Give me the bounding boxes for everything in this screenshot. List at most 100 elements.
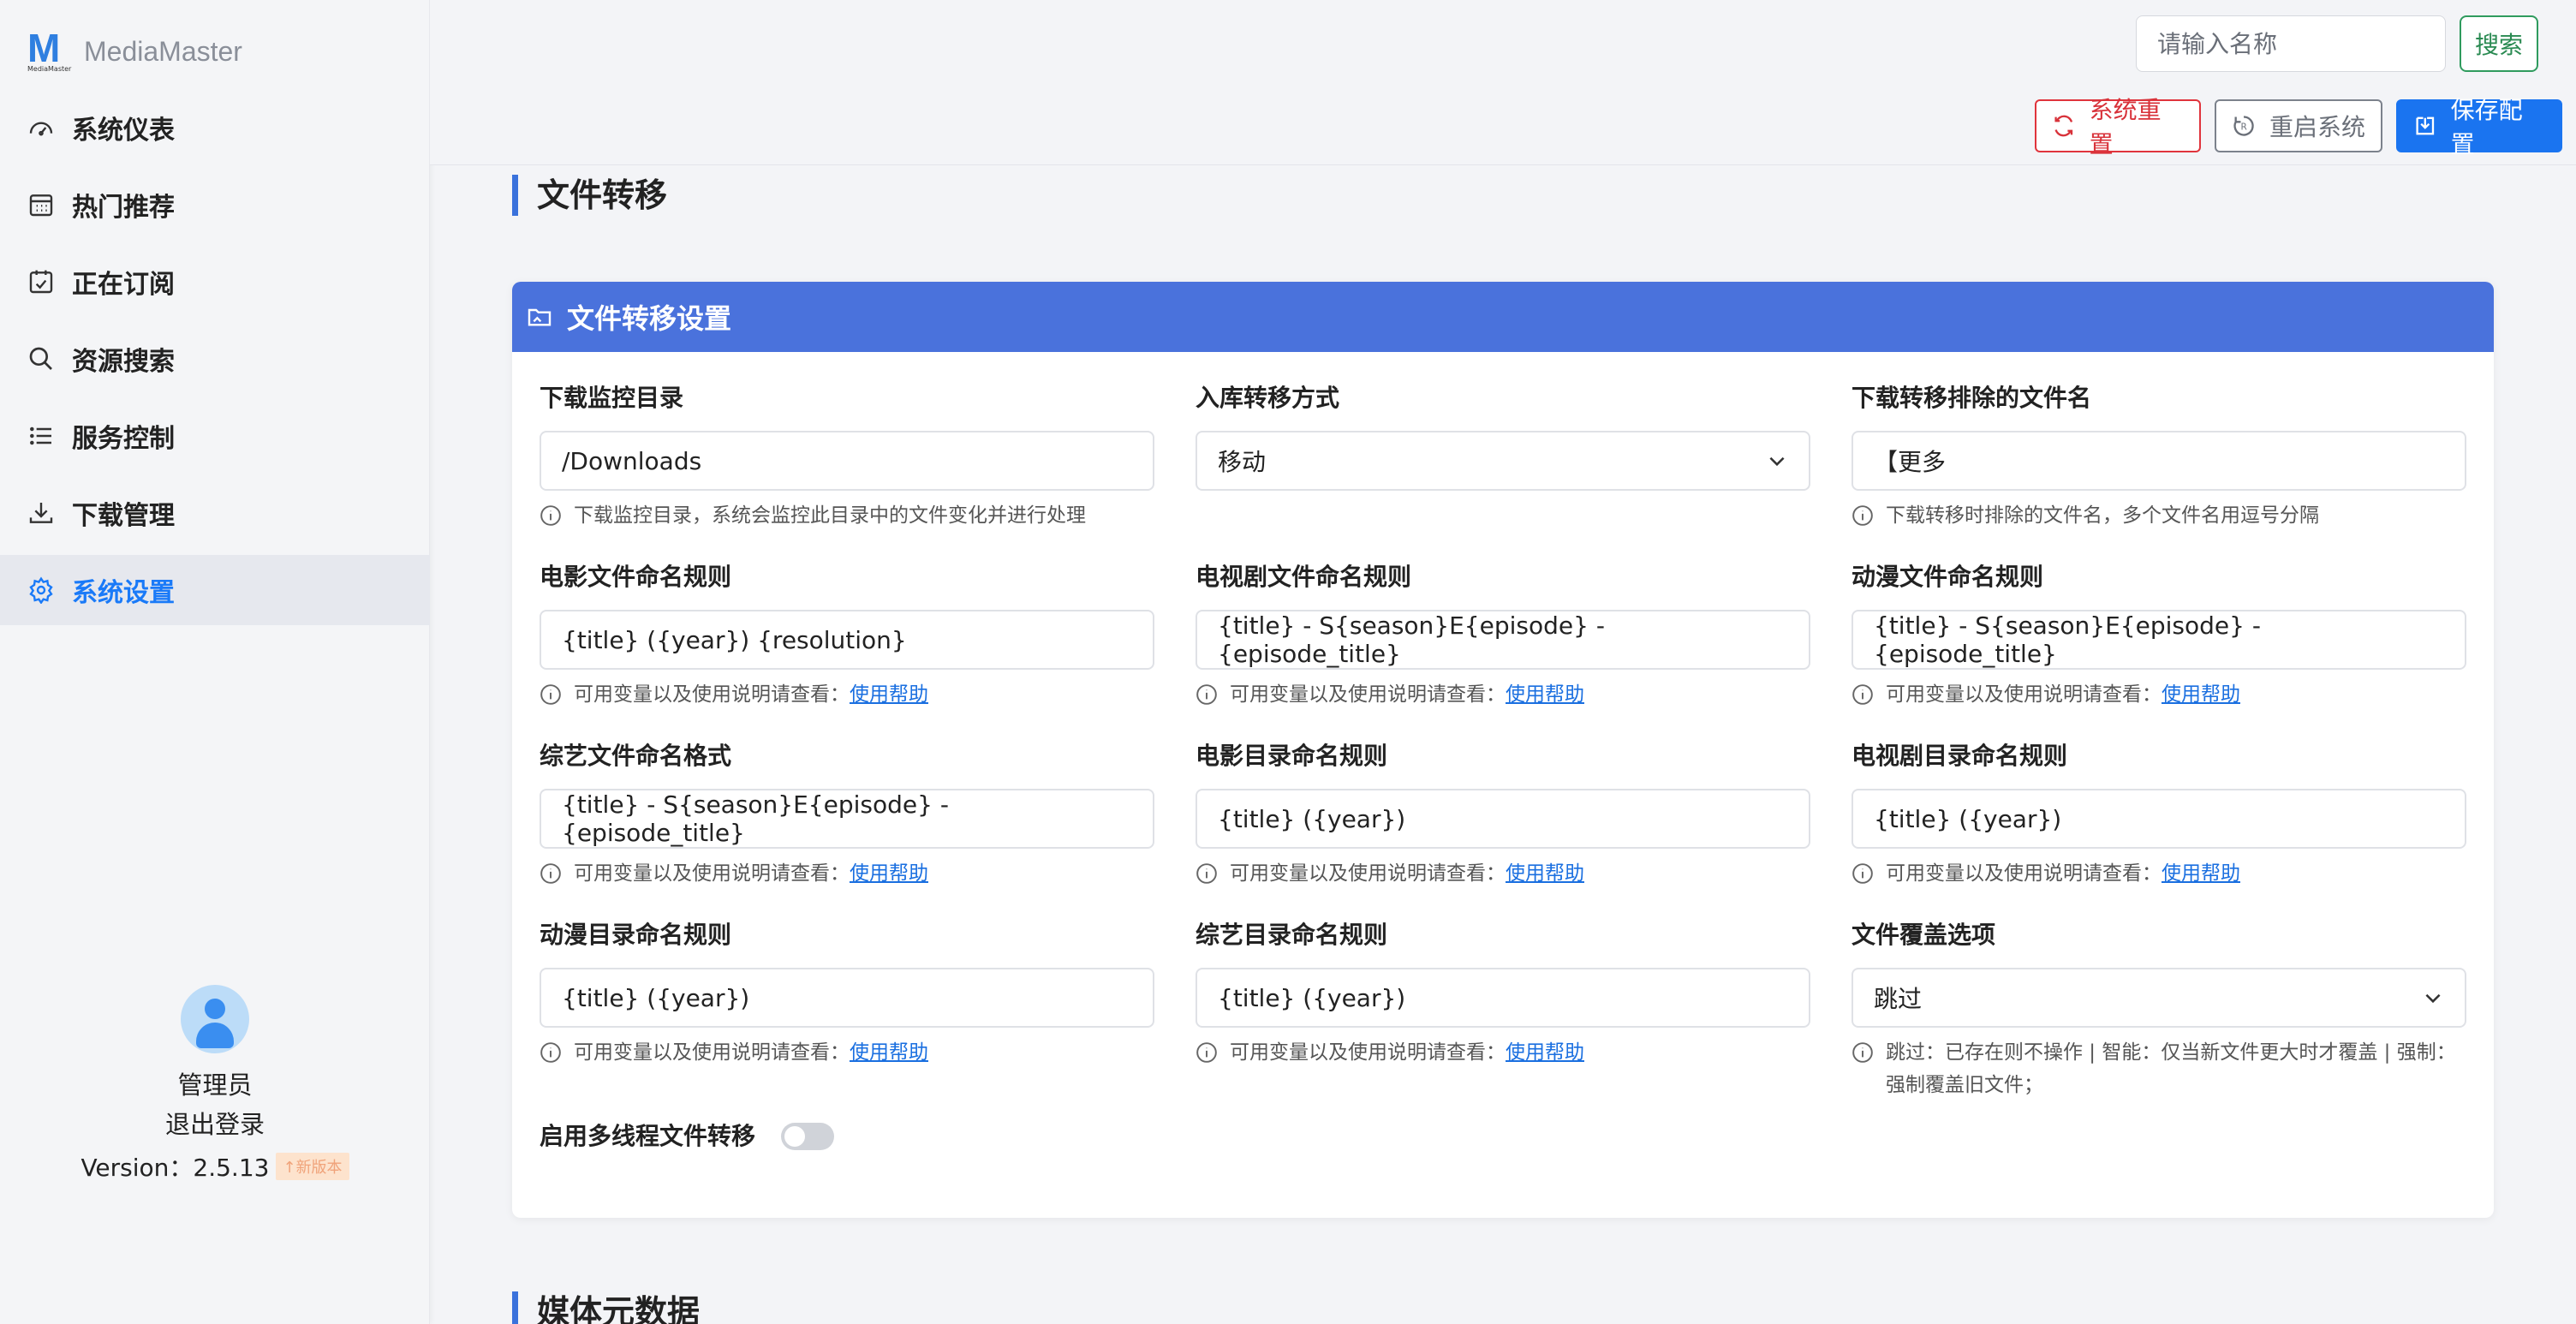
sidebar-item-label: 服务控制 (72, 424, 175, 454)
transfer-mode-field: 入库转移方式 移动 (1196, 381, 1810, 491)
calendar-check-icon (26, 266, 57, 297)
anime-file-rule-input[interactable]: {title} - S{season}E{episode} - {episode… (1852, 610, 2466, 670)
field-help: 可用变量以及使用说明请查看： 使用帮助 (540, 678, 1154, 711)
field-help: 可用变量以及使用说明请查看： 使用帮助 (1196, 1036, 1810, 1069)
info-icon (540, 684, 561, 705)
restart-icon: R (2233, 116, 2254, 136)
multithread-toggle[interactable] (781, 1123, 835, 1150)
help-link[interactable]: 使用帮助 (1506, 678, 1584, 711)
transfer-mode-select[interactable]: 移动 (1196, 431, 1810, 491)
help-link[interactable]: 使用帮助 (850, 678, 928, 711)
sidebar-item-label: 下载管理 (72, 501, 175, 531)
sidebar-item-services[interactable]: 服务控制 (0, 401, 430, 471)
field-label: 文件覆盖选项 (1852, 921, 1996, 949)
field-help: 可用变量以及使用说明请查看： 使用帮助 (1196, 678, 1810, 711)
exclude-names-input[interactable]: 【更多 (1852, 431, 2466, 491)
sidebar-item-label: 热门推荐 (72, 193, 175, 223)
search-button[interactable]: 搜索 (2460, 15, 2538, 72)
search-input[interactable] (2136, 15, 2446, 72)
field-label: 电影目录命名规则 (1196, 742, 1388, 770)
movie-dir-rule-field: 电影目录命名规则 {title} ({year}) 可用变量以及使用说明请查看：… (1196, 739, 1810, 890)
variety-file-rule-input[interactable]: {title} - S{season}E{episode} - {episode… (540, 789, 1154, 849)
variety-dir-rule-input[interactable]: {title} ({year}) (1196, 968, 1810, 1028)
info-icon (540, 1042, 561, 1063)
overwrite-select[interactable]: 跳过 (1852, 968, 2466, 1028)
field-label: 下载转移排除的文件名 (1852, 384, 2092, 412)
field-help: 可用变量以及使用说明请查看： 使用帮助 (1196, 857, 1810, 890)
sidebar-item-label: 正在订阅 (72, 270, 175, 300)
tv-file-rule-field: 电视剧文件命名规则 {title} - S{season}E{episode} … (1196, 560, 1810, 711)
dashboard-icon (26, 112, 57, 143)
anime-dir-rule-field: 动漫目录命名规则 {title} ({year}) 可用变量以及使用说明请查看：… (540, 918, 1154, 1069)
save-config-button[interactable]: 保存配置 (2396, 96, 2562, 158)
sidebar-item-label: 系统设置 (72, 578, 175, 608)
app-logo: M MediaMaster (27, 26, 72, 73)
calendar-grid-icon (26, 189, 57, 220)
download-dir-field: 下载监控目录 /Downloads 下载监控目录，系统会监控此目录中的文件变化并… (540, 381, 1154, 532)
sidebar-item-popular[interactable]: 热门推荐 (0, 170, 430, 240)
field-label: 综艺目录命名规则 (1196, 921, 1388, 949)
help-link[interactable]: 使用帮助 (1506, 1036, 1584, 1069)
list-icon (26, 420, 57, 451)
field-label: 电视剧文件命名规则 (1196, 563, 1412, 591)
help-link[interactable]: 使用帮助 (850, 857, 928, 890)
sidebar: M MediaMaster MediaMaster 系统仪表 热门推荐 正在订阅 (0, 0, 430, 1324)
top-bar: 搜索 系统重置 R 重启系统 保存配置 (430, 0, 2576, 165)
restart-system-button[interactable]: R 重启系统 (2215, 99, 2382, 152)
sidebar-item-subscriptions[interactable]: 正在订阅 (0, 247, 430, 317)
help-link[interactable]: 使用帮助 (850, 1036, 928, 1069)
multithread-row: 启用多线程文件转移 (540, 1119, 835, 1154)
logout-link[interactable]: 退出登录 (0, 1105, 430, 1144)
download-icon (26, 498, 57, 528)
tv-dir-rule-input[interactable]: {title} ({year}) (1852, 789, 2466, 849)
new-version-badge[interactable]: ↑新版本 (276, 1153, 349, 1180)
field-help: 可用变量以及使用说明请查看： 使用帮助 (540, 1036, 1154, 1069)
field-label: 电视剧目录命名规则 (1852, 742, 2068, 770)
chevron-down-icon (1769, 456, 1785, 467)
help-link[interactable]: 使用帮助 (2162, 678, 2240, 711)
folder-open-icon (528, 308, 552, 326)
system-reset-button[interactable]: 系统重置 (2035, 96, 2201, 158)
field-label: 动漫文件命名规则 (1852, 563, 2044, 591)
field-label: 下载监控目录 (540, 384, 684, 412)
field-help: 可用变量以及使用说明请查看： 使用帮助 (1852, 678, 2466, 711)
avatar[interactable] (181, 985, 249, 1053)
sidebar-item-dashboard[interactable]: 系统仪表 (0, 92, 430, 163)
download-dir-input[interactable]: /Downloads (540, 431, 1154, 491)
info-icon (1196, 863, 1217, 884)
field-label: 动漫目录命名规则 (540, 921, 732, 949)
variety-dir-rule-field: 综艺目录命名规则 {title} ({year}) 可用变量以及使用说明请查看：… (1196, 918, 1810, 1069)
field-help: 可用变量以及使用说明请查看： 使用帮助 (1852, 857, 2466, 890)
help-link[interactable]: 使用帮助 (1506, 857, 1584, 890)
gear-icon (26, 575, 57, 605)
brand[interactable]: M MediaMaster MediaMaster (27, 26, 242, 77)
variety-file-rule-field: 综艺文件命名格式 {title} - S{season}E{episode} -… (540, 739, 1154, 890)
field-help: 可用变量以及使用说明请查看： 使用帮助 (540, 857, 1154, 890)
field-help: 跳过：已存在则不操作 | 智能：仅当新文件更大时才覆盖 | 强制：强制覆盖旧文件… (1852, 1036, 2466, 1101)
anime-file-rule-field: 动漫文件命名规则 {title} - S{season}E{episode} -… (1852, 560, 2466, 711)
sidebar-nav: 系统仪表 热门推荐 正在订阅 资源搜索 服务控制 下载管理 系统设置 (0, 92, 430, 632)
field-label: 电影文件命名规则 (540, 563, 732, 591)
chevron-down-icon (2425, 993, 2441, 1004)
help-link[interactable]: 使用帮助 (2162, 857, 2240, 890)
sidebar-item-search[interactable]: 资源搜索 (0, 324, 430, 394)
anime-dir-rule-input[interactable]: {title} ({year}) (540, 968, 1154, 1028)
info-icon (1852, 684, 1873, 705)
sidebar-item-settings[interactable]: 系统设置 (0, 555, 430, 625)
movie-dir-rule-input[interactable]: {title} ({year}) (1196, 789, 1810, 849)
action-buttons: 系统重置 R 重启系统 保存配置 (2035, 96, 2562, 158)
tv-file-rule-input[interactable]: {title} - S{season}E{episode} - {episode… (1196, 610, 1810, 670)
sidebar-item-downloads[interactable]: 下载管理 (0, 478, 430, 548)
info-icon (1852, 505, 1873, 526)
info-icon (1852, 1042, 1873, 1063)
movie-file-rule-input[interactable]: {title} ({year}) {resolution} (540, 610, 1154, 670)
card-title: 文件转移设置 (567, 302, 732, 335)
section-title: 文件转移 (512, 175, 667, 216)
multithread-label: 启用多线程文件转移 (540, 1122, 756, 1150)
refresh-icon (2054, 115, 2073, 137)
info-icon (1196, 684, 1217, 705)
movie-file-rule-field: 电影文件命名规则 {title} ({year}) {resolution} 可… (540, 560, 1154, 711)
exclude-names-field: 下载转移排除的文件名 【更多 下载转移时排除的文件名，多个文件名用逗号分隔 (1852, 381, 2466, 532)
field-help: 下载转移时排除的文件名，多个文件名用逗号分隔 (1852, 499, 2466, 532)
next-section-title: 媒体元数据 (512, 1291, 700, 1324)
